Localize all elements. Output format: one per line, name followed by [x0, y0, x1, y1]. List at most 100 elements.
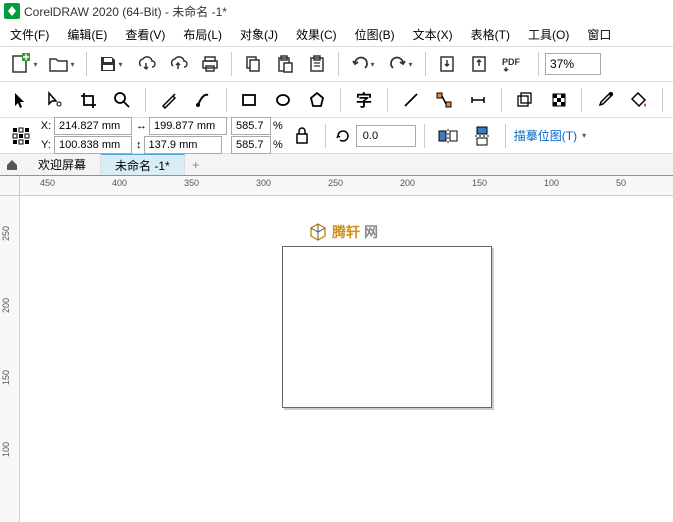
menu-layout[interactable]: 布局(L) — [183, 26, 222, 43]
redo-button[interactable]: ▾ — [383, 49, 419, 79]
toolbox: 字 — [0, 82, 673, 118]
eyedropper-tool[interactable] — [590, 85, 620, 115]
shape-tool[interactable] — [40, 85, 70, 115]
mirror-v-button[interactable] — [467, 121, 497, 151]
property-bar: X: Y: ↔ ↕ % % 0.0 描摹位图(T)▾ — [0, 118, 673, 154]
rotation-input[interactable]: 0.0 — [356, 125, 416, 147]
ruler-tick: 100 — [1, 442, 11, 457]
menu-text[interactable]: 文本(X) — [413, 26, 453, 43]
paste-button[interactable] — [270, 49, 300, 79]
scale-x-input[interactable] — [231, 117, 271, 135]
pdf-button[interactable]: PDF — [496, 49, 532, 79]
pick-tool[interactable] — [6, 85, 36, 115]
menu-view[interactable]: 查看(V) — [125, 26, 165, 43]
copy-button[interactable] — [238, 49, 268, 79]
separator — [581, 88, 582, 112]
line-tool[interactable] — [396, 85, 426, 115]
new-button[interactable]: ▾ — [6, 49, 42, 79]
import-button[interactable] — [432, 49, 462, 79]
add-tab-button[interactable]: + — [185, 154, 207, 175]
chevron-down-icon: ▾ — [582, 131, 586, 140]
artistic-tool[interactable] — [188, 85, 218, 115]
ruler-tick: 150 — [1, 370, 11, 385]
menu-window[interactable]: 窗口 — [587, 26, 611, 43]
pct-label: % — [273, 120, 283, 132]
origin-icon[interactable] — [6, 121, 36, 151]
connector-tool[interactable] — [429, 85, 459, 115]
polygon-tool[interactable] — [302, 85, 332, 115]
ruler-horizontal[interactable]: 450 400 350 300 250 200 150 100 50 — [20, 176, 673, 196]
document-tabs: 欢迎屏幕 未命名 -1* + — [0, 154, 673, 176]
lock-ratio-button[interactable] — [287, 121, 317, 151]
ellipse-tool[interactable] — [268, 85, 298, 115]
freehand-tool[interactable] — [154, 85, 184, 115]
zoom-input[interactable]: 37% — [545, 53, 601, 75]
position-group: X: Y: — [40, 117, 132, 154]
watermark: 腾轩网 — [308, 222, 378, 242]
menu-tools[interactable]: 工具(O) — [528, 26, 569, 43]
size-group: ↔ ↕ — [136, 117, 227, 154]
crop-tool[interactable] — [74, 85, 104, 115]
scale-y-input[interactable] — [231, 136, 271, 154]
separator — [424, 124, 425, 148]
separator — [538, 52, 539, 76]
cloud-up-button[interactable] — [163, 49, 193, 79]
effects-tool[interactable] — [510, 85, 540, 115]
trace-bitmap-button[interactable]: 描摹位图(T) — [514, 127, 577, 144]
watermark-text2: 网 — [364, 222, 378, 242]
print-button[interactable] — [195, 49, 225, 79]
open-button[interactable]: ▾ — [44, 49, 80, 79]
main-toolbar: ▾ ▾ ▾ ▾ ▾ PDF 37% — [0, 46, 673, 82]
menu-effect[interactable]: 效果(C) — [296, 26, 337, 43]
mirror-h-button[interactable] — [433, 121, 463, 151]
y-input[interactable] — [54, 136, 132, 154]
rotate-icon — [334, 127, 352, 145]
transparency-tool[interactable] — [544, 85, 574, 115]
ruler-tick: 250 — [328, 178, 343, 188]
save-button[interactable]: ▾ — [93, 49, 129, 79]
separator — [340, 88, 341, 112]
separator — [505, 124, 506, 148]
canvas[interactable]: 腾轩网 — [20, 196, 673, 522]
home-tab[interactable] — [0, 154, 24, 175]
window-title: CorelDRAW 2020 (64-Bit) - 未命名 -1* — [24, 3, 227, 20]
welcome-tab[interactable]: 欢迎屏幕 — [24, 154, 101, 175]
fill-tool[interactable] — [624, 85, 654, 115]
width-input[interactable] — [149, 117, 227, 135]
menubar: 文件(F) 编辑(E) 查看(V) 布局(L) 对象(J) 效果(C) 位图(B… — [0, 22, 673, 46]
rotation-value: 0.0 — [363, 130, 378, 142]
menu-table[interactable]: 表格(T) — [471, 26, 510, 43]
undo-button[interactable]: ▾ — [345, 49, 381, 79]
ruler-corner — [0, 176, 20, 196]
document-tab[interactable]: 未命名 -1* — [101, 154, 185, 175]
zoom-value: 37% — [550, 57, 574, 71]
menu-object[interactable]: 对象(J) — [240, 26, 278, 43]
svg-text:字: 字 — [356, 91, 372, 109]
ruler-vertical[interactable]: 250 200 150 100 — [0, 196, 20, 522]
clipboard-button[interactable] — [302, 49, 332, 79]
watermark-icon — [308, 222, 328, 242]
zoom-tool[interactable] — [107, 85, 137, 115]
dimension-tool[interactable] — [463, 85, 493, 115]
menu-file[interactable]: 文件(F) — [10, 26, 49, 43]
rectangle-tool[interactable] — [235, 85, 265, 115]
separator — [425, 52, 426, 76]
document-tab-label: 未命名 -1* — [115, 157, 170, 174]
height-icon: ↕ — [136, 139, 142, 151]
x-label: X: — [40, 120, 52, 132]
separator — [231, 52, 232, 76]
ruler-tick: 100 — [544, 178, 559, 188]
export-button[interactable] — [464, 49, 494, 79]
width-icon: ↔ — [136, 120, 147, 132]
cloud-down-button[interactable] — [131, 49, 161, 79]
menu-edit[interactable]: 编辑(E) — [67, 26, 107, 43]
height-input[interactable] — [144, 136, 222, 154]
text-tool[interactable]: 字 — [349, 85, 379, 115]
separator — [387, 88, 388, 112]
ruler-tick: 400 — [112, 178, 127, 188]
menu-bitmap[interactable]: 位图(B) — [355, 26, 395, 43]
separator — [145, 88, 146, 112]
svg-text:PDF: PDF — [502, 57, 521, 67]
ruler-tick: 450 — [40, 178, 55, 188]
x-input[interactable] — [54, 117, 132, 135]
